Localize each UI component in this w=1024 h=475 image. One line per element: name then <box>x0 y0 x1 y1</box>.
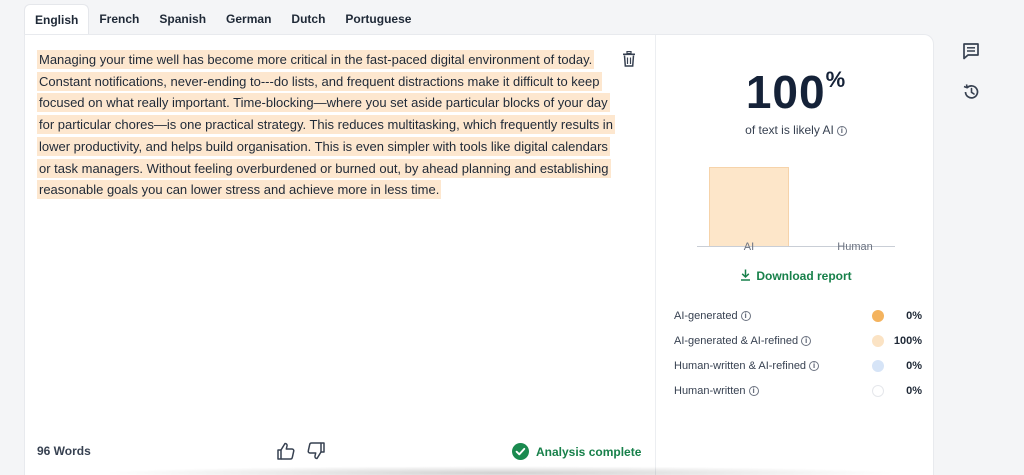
info-icon[interactable]: i <box>740 311 751 321</box>
classification-legend: AI-generated i 0% AI-generated & AI-refin… <box>674 306 924 406</box>
info-icon[interactable]: i <box>748 386 759 396</box>
legend-label-text: Human-written <box>674 385 746 397</box>
legend-label: Human-written i <box>674 385 759 397</box>
text-editor[interactable]: Managing your time well has become more … <box>25 35 656 475</box>
download-icon <box>741 269 751 281</box>
x-label-human: Human <box>837 241 873 253</box>
likely-ai-caption: of text is likely AI i <box>657 123 935 137</box>
x-label-ai: AI <box>743 241 755 253</box>
legend-row: Human-written i 0% <box>674 381 924 406</box>
thumbs-down-icon[interactable] <box>306 441 326 461</box>
results-panel: 100% of text is likely AI i AI Human Down… <box>657 35 935 475</box>
ai-percentage: 100% <box>657 65 935 119</box>
tab-german[interactable]: German <box>216 4 281 34</box>
check-circle-icon <box>512 443 529 460</box>
legend-label: AI-generated i <box>674 310 751 322</box>
ai-highlight: Managing your time well has become more … <box>37 50 615 200</box>
bar-ai <box>709 167 789 247</box>
legend-dot <box>872 385 884 397</box>
detector-card: Managing your time well has become more … <box>24 34 934 475</box>
language-tabs: English French Spanish German Dutch Port… <box>24 4 421 34</box>
ai-human-chart <box>697 153 895 247</box>
legend-row: AI-generated & AI-refined i 100% <box>674 331 924 356</box>
legend-dot <box>872 360 884 372</box>
legend-label-text: AI-generated <box>674 310 738 322</box>
download-report-label: Download report <box>756 269 852 283</box>
info-icon[interactable]: i <box>836 126 847 136</box>
legend-value: 0% <box>906 310 922 322</box>
tab-english[interactable]: English <box>24 4 90 34</box>
ai-percentage-value: 100 <box>745 66 826 118</box>
trash-icon[interactable] <box>622 51 636 67</box>
legend-label: Human-written & AI-refined i <box>674 360 820 372</box>
legend-value: 100% <box>893 335 922 347</box>
legend-label-text: Human-written & AI-refined <box>674 360 807 372</box>
word-count: 96 Words <box>37 444 91 458</box>
likely-ai-label: of text is likely AI <box>745 123 834 137</box>
analyzed-text[interactable]: Managing your time well has become more … <box>37 49 622 201</box>
legend-dot <box>872 310 884 322</box>
info-icon[interactable]: i <box>809 361 820 371</box>
thumbs-up-icon[interactable] <box>276 441 296 461</box>
legend-label: AI-generated & AI-refined i <box>674 335 812 347</box>
analysis-status-label: Analysis complete <box>536 444 642 459</box>
chat-icon[interactable] <box>962 42 980 60</box>
legend-value: 0% <box>906 360 922 372</box>
percent-sign: % <box>825 67 847 92</box>
tab-french[interactable]: French <box>89 4 149 34</box>
legend-value: 0% <box>906 385 922 397</box>
analysis-status: Analysis complete <box>512 443 641 460</box>
legend-label-text: AI-generated & AI-refined <box>674 335 799 347</box>
bottom-shadow <box>100 466 900 475</box>
legend-row: Human-written & AI-refined i 0% <box>674 356 924 381</box>
tab-dutch[interactable]: Dutch <box>281 4 335 34</box>
history-icon[interactable] <box>962 83 980 101</box>
legend-dot <box>872 335 884 347</box>
download-report-button[interactable]: Download report <box>657 269 935 283</box>
legend-row: AI-generated i 0% <box>674 306 924 331</box>
info-icon[interactable]: i <box>801 336 812 346</box>
tab-spanish[interactable]: Spanish <box>149 4 216 34</box>
tab-portuguese[interactable]: Portuguese <box>335 4 421 34</box>
